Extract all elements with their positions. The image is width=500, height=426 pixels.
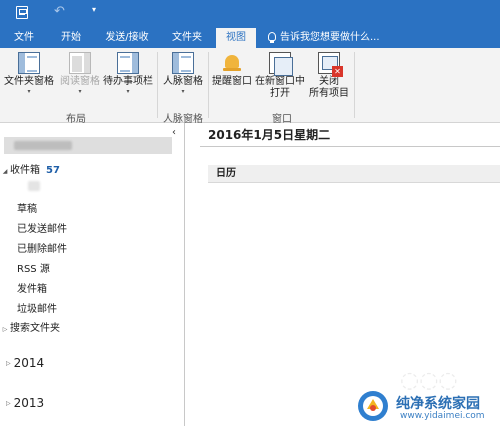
reading-pane-icon bbox=[69, 52, 91, 74]
people-pane-button[interactable]: 人脉窗格 ▾ bbox=[160, 52, 206, 96]
dropdown-caret-icon: ▾ bbox=[78, 88, 82, 95]
tab-send-receive[interactable]: 发送/接收 bbox=[98, 28, 156, 48]
account-header[interactable] bbox=[4, 137, 172, 154]
open-new-window-label-1: 在新窗口中 bbox=[255, 76, 305, 87]
search-folders[interactable]: ▷ 搜索文件夹 bbox=[0, 319, 60, 334]
tell-me-text: 告诉我您想要做什么... bbox=[280, 32, 380, 43]
title-bar: ↶ ▾ bbox=[0, 0, 500, 26]
folder-pane-button[interactable]: 文件夹窗格 ▾ bbox=[4, 52, 54, 96]
dropdown-caret-icon: ▾ bbox=[181, 88, 185, 95]
outlook-app-icon[interactable] bbox=[16, 6, 28, 19]
collapse-pane-icon[interactable]: ‹ bbox=[172, 127, 176, 138]
tab-view[interactable]: 视图 bbox=[216, 28, 256, 48]
collapsed-triangle-icon[interactable]: ▷ bbox=[6, 400, 11, 407]
calendar-date-title: 2016年1月5日星期二 bbox=[208, 128, 331, 142]
reading-pane-button[interactable]: 阅读窗格 ▾ bbox=[58, 52, 102, 96]
close-all-items-button[interactable]: 关闭 所有项目 bbox=[306, 52, 352, 100]
folder-pane-icon bbox=[18, 52, 40, 74]
people-pane-icon bbox=[172, 52, 194, 74]
folder-deleted[interactable]: 已删除邮件 bbox=[17, 240, 67, 255]
todo-bar-label: 待办事项栏 bbox=[103, 76, 153, 87]
expand-triangle-icon[interactable]: ◢ bbox=[0, 168, 10, 175]
close-all-label-2: 所有项目 bbox=[309, 88, 349, 99]
close-all-label-1: 关闭 bbox=[319, 76, 339, 87]
collapsed-triangle-icon[interactable]: ▷ bbox=[6, 360, 11, 367]
account-2014[interactable]: ▷ 2014 bbox=[6, 356, 44, 370]
todo-bar-icon bbox=[117, 52, 139, 74]
new-window-icon bbox=[269, 52, 293, 76]
reading-pane-label: 阅读窗格 bbox=[60, 76, 100, 87]
folder-pane-label: 文件夹窗格 bbox=[4, 76, 54, 87]
tab-file[interactable]: 文件 bbox=[6, 28, 42, 48]
watermark-logo-icon bbox=[358, 391, 388, 421]
group-separator bbox=[157, 52, 158, 118]
folder-outbox[interactable]: 发件箱 bbox=[17, 280, 47, 295]
ribbon: 文件夹窗格 ▾ 阅读窗格 ▾ 待办事项栏 ▾ 布局 人脉窗格 ▾ 人脉窗格 提醒… bbox=[0, 48, 500, 125]
pane-divider[interactable] bbox=[184, 123, 185, 426]
close-all-icon bbox=[318, 52, 343, 77]
watermark-text: 纯净系统家园 bbox=[396, 396, 480, 412]
bell-icon bbox=[221, 52, 243, 74]
folder-junk[interactable]: 垃圾邮件 bbox=[17, 300, 57, 315]
folder-pane: ◢ 收件箱 57 草稿 已发送邮件 已删除邮件 RSS 源 发件箱 垃圾邮件 ▷ 搜索… bbox=[0, 123, 172, 426]
subfolder-redacted bbox=[28, 181, 40, 191]
folder-drafts[interactable]: 草稿 bbox=[17, 200, 37, 215]
divider bbox=[200, 146, 500, 147]
tab-folder[interactable]: 文件夹 bbox=[164, 28, 210, 48]
lightbulb-icon bbox=[268, 32, 276, 43]
todo-bar-button[interactable]: 待办事项栏 ▾ bbox=[102, 52, 154, 96]
undo-icon[interactable]: ↶ bbox=[54, 4, 65, 19]
inbox-label: 收件箱 bbox=[10, 165, 40, 176]
calendar-header: 日历 bbox=[208, 165, 500, 183]
faint-watermark-mark: ◌◌◌ bbox=[400, 368, 458, 393]
folder-rss[interactable]: RSS 源 bbox=[17, 260, 50, 275]
account-2013[interactable]: ▷ 2013 bbox=[6, 396, 44, 410]
dropdown-caret-icon: ▾ bbox=[126, 88, 130, 95]
unread-count-badge: 57 bbox=[46, 165, 60, 176]
search-folders-label: 搜索文件夹 bbox=[10, 323, 60, 334]
year-label: 2014 bbox=[13, 356, 45, 370]
open-new-window-label-2: 打开 bbox=[270, 88, 290, 99]
inbox-folder[interactable]: ◢ 收件箱 57 bbox=[0, 161, 60, 176]
year-label: 2013 bbox=[13, 396, 45, 410]
reminders-window-label: 提醒窗口 bbox=[212, 76, 252, 87]
tell-me-box[interactable]: 告诉我您想要做什么... bbox=[268, 28, 380, 48]
folder-sent[interactable]: 已发送邮件 bbox=[17, 220, 67, 235]
customize-qat-icon[interactable]: ▾ bbox=[92, 5, 96, 14]
tab-home[interactable]: 开始 bbox=[52, 28, 90, 48]
watermark-url: www.yidaimei.com bbox=[400, 411, 485, 421]
collapsed-triangle-icon[interactable]: ▷ bbox=[0, 326, 10, 333]
open-new-window-button[interactable]: 在新窗口中 打开 bbox=[254, 52, 306, 100]
group-separator bbox=[208, 52, 209, 118]
ribbon-tab-bar: 文件 开始 发送/接收 文件夹 视图 告诉我您想要做什么... bbox=[0, 26, 500, 48]
account-name-redacted bbox=[14, 141, 72, 150]
people-pane-label: 人脉窗格 bbox=[163, 76, 203, 87]
reminders-window-button[interactable]: 提醒窗口 bbox=[210, 52, 254, 88]
dropdown-caret-icon: ▾ bbox=[27, 88, 31, 95]
group-label-window: 窗口 bbox=[272, 114, 292, 125]
group-separator bbox=[354, 52, 355, 118]
